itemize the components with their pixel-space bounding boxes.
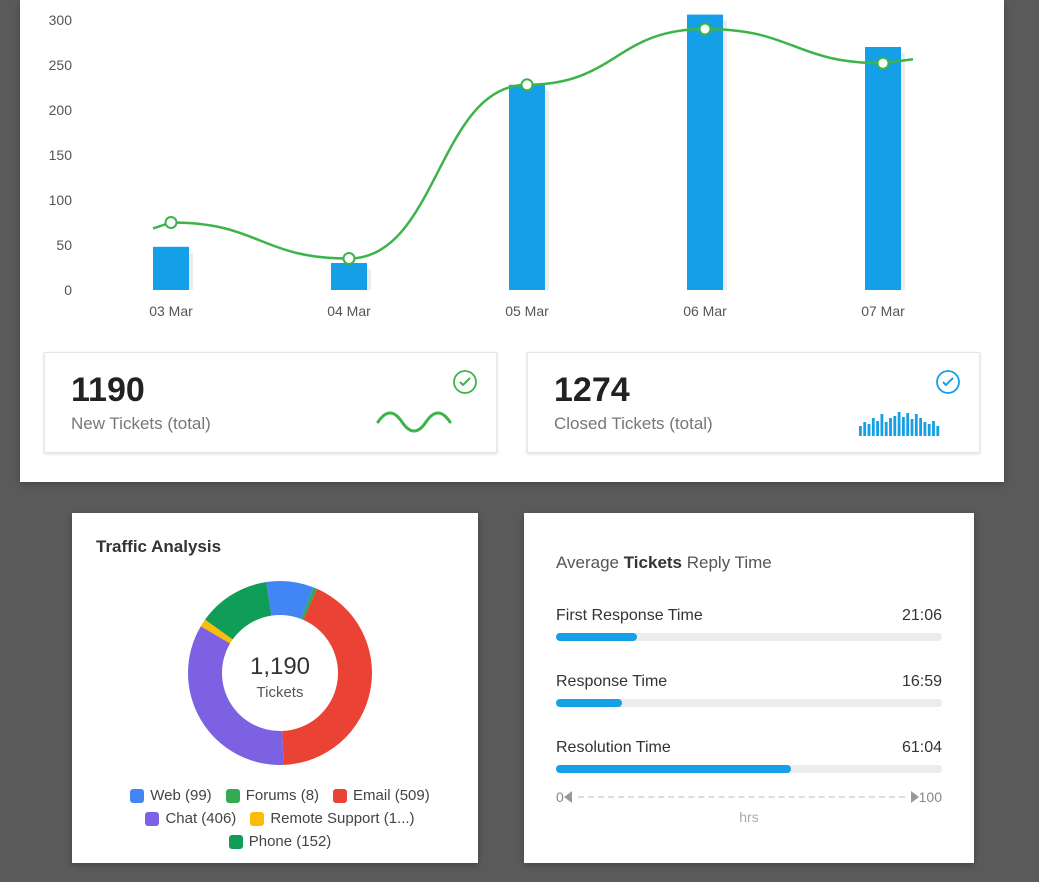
legend-item: Web (99) [130, 787, 211, 804]
metric-fill [556, 633, 637, 641]
svg-text:50: 50 [56, 237, 72, 253]
reply-metric: First Response Time 21:06 [556, 607, 942, 641]
reply-time-scale: 0 100 [556, 789, 942, 805]
reply-time-panel: Average Tickets Reply Time First Respons… [524, 513, 974, 863]
legend-item: Email (509) [333, 787, 430, 804]
svg-text:250: 250 [49, 57, 73, 73]
reply-metric: Resolution Time 61:04 [556, 739, 942, 773]
triangle-left-icon [564, 791, 572, 803]
tickets-trend-panel: 0 50 100 150 200 250 300 03 Mar 04 Mar 05 Mar 06 … [20, 0, 1004, 482]
svg-text:300: 300 [49, 12, 73, 28]
reply-time-title: Average Tickets Reply Time [556, 553, 942, 573]
metric-fill [556, 765, 791, 773]
new-tickets-card: 1190 New Tickets (total) [44, 352, 497, 453]
svg-text:150: 150 [49, 147, 73, 163]
metric-fill [556, 699, 622, 707]
legend-swatch [250, 812, 264, 826]
legend-item: Chat (406) [145, 810, 236, 827]
metric-track [556, 765, 942, 773]
tickets-combo-chart: 0 50 100 150 200 250 300 03 Mar 04 Mar 05 Mar 06 … [32, 10, 992, 330]
traffic-analysis-panel: Traffic Analysis 1,190 Tickets Web (99) … [72, 513, 478, 863]
svg-text:100: 100 [49, 192, 73, 208]
check-circle-icon [452, 369, 478, 395]
legend-item: Remote Support (1...) [250, 810, 414, 827]
legend-item: Forums (8) [226, 787, 319, 804]
legend-swatch [145, 812, 159, 826]
check-circle-icon [935, 369, 961, 395]
svg-text:05 Mar: 05 Mar [505, 303, 549, 319]
svg-text:06 Mar: 06 Mar [683, 303, 727, 319]
triangle-right-icon [911, 791, 919, 803]
metric-track [556, 699, 942, 707]
metric-value: 16:59 [902, 673, 942, 691]
legend-swatch [130, 789, 144, 803]
svg-text:07 Mar: 07 Mar [861, 303, 905, 319]
reply-time-unit: hrs [556, 809, 942, 825]
metric-track [556, 633, 942, 641]
metric-name: Response Time [556, 673, 667, 691]
metric-name: Resolution Time [556, 739, 671, 757]
legend-item: Phone (152) [229, 833, 332, 850]
sparkline-bars-icon [859, 408, 945, 436]
new-tickets-value: 1190 [71, 371, 474, 410]
traffic-analysis-title: Traffic Analysis [96, 537, 464, 557]
legend-swatch [229, 835, 243, 849]
svg-text:200: 200 [49, 102, 73, 118]
metric-value: 61:04 [902, 739, 942, 757]
closed-tickets-card: 1274 Closed Tickets (total) [527, 352, 980, 453]
metric-value: 21:06 [902, 607, 942, 625]
metric-name: First Response Time [556, 607, 703, 625]
traffic-legend: Web (99) Forums (8) Email (509) Chat (40… [96, 787, 464, 850]
donut-center-label: 1,190 Tickets [96, 651, 464, 704]
reply-metric: Response Time 16:59 [556, 673, 942, 707]
closed-tickets-value: 1274 [554, 371, 957, 410]
svg-text:0: 0 [64, 282, 72, 298]
svg-text:03 Mar: 03 Mar [149, 303, 193, 319]
legend-swatch [226, 789, 240, 803]
svg-text:04 Mar: 04 Mar [327, 303, 371, 319]
scale-track [578, 796, 905, 798]
sparkline-wave-icon [376, 408, 462, 436]
legend-swatch [333, 789, 347, 803]
